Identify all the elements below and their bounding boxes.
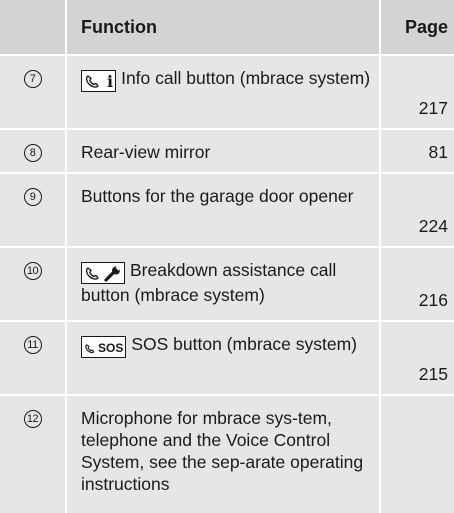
function-cell: SOS SOS button (mbrace system) xyxy=(65,320,380,395)
header-page: Page xyxy=(379,0,454,55)
page-cell: 216 xyxy=(379,246,454,321)
function-cell: i Info call button (mbrace system) xyxy=(65,54,380,129)
table-row: 7 i Info call button (mbrace system) 217 xyxy=(0,54,454,129)
function-cell: Rear-view mirror xyxy=(65,128,380,173)
row-number: 8 xyxy=(0,128,66,173)
circled-number: 11 xyxy=(23,335,42,354)
function-cell: Breakdown assistance call button (mbrace… xyxy=(65,246,380,321)
table-row: 11 SOS SOS button (mbrace system) 215 xyxy=(0,320,454,395)
phone-info-key-icon: i xyxy=(81,70,117,92)
info-i-glyph: i xyxy=(107,72,114,91)
function-text: SOS button (mbrace system) xyxy=(131,334,357,354)
page-cell xyxy=(379,394,454,513)
page-cell: 81 xyxy=(379,128,454,173)
phone-sos-key-icon: SOS xyxy=(81,336,127,358)
row-number: 10 xyxy=(0,246,66,321)
wrench-icon xyxy=(104,266,121,282)
table-header-row: Function Page xyxy=(0,0,454,55)
page-cell: 217 xyxy=(379,54,454,129)
row-number: 7 xyxy=(0,54,66,129)
table-row: 10 Breakdown assistance call button (mbr… xyxy=(0,246,454,321)
function-text: Buttons for the garage door opener xyxy=(81,186,354,206)
function-text: Info call button (mbrace system) xyxy=(121,68,371,88)
circled-number: 8 xyxy=(23,143,42,162)
header-function: Function xyxy=(65,0,380,55)
table-row: 9 Buttons for the garage door opener 224 xyxy=(0,172,454,247)
table-row: 8 Rear-view mirror 81 xyxy=(0,128,454,173)
function-cell: Buttons for the garage door opener xyxy=(65,172,380,247)
sos-label: SOS xyxy=(98,341,124,355)
phone-wrench-key-icon xyxy=(81,262,125,284)
function-text: Rear-view mirror xyxy=(81,142,211,162)
page-cell: 224 xyxy=(379,172,454,247)
function-text: Microphone for mbrace sys-tem, telephone… xyxy=(81,408,364,494)
header-number-cell xyxy=(0,0,66,55)
phone-icon xyxy=(85,75,99,88)
table-row: 12 Microphone for mbrace sys-tem, teleph… xyxy=(0,394,454,513)
circled-number: 7 xyxy=(23,69,42,88)
phone-icon xyxy=(85,344,95,354)
phone-icon xyxy=(85,267,99,280)
row-number: 9 xyxy=(0,172,66,247)
circled-number: 9 xyxy=(23,187,42,206)
function-cell: Microphone for mbrace sys-tem, telephone… xyxy=(65,394,380,513)
page-cell: 215 xyxy=(379,320,454,395)
circled-number: 12 xyxy=(23,409,42,428)
row-number: 11 xyxy=(0,320,66,395)
row-number: 12 xyxy=(0,394,66,513)
function-table: Function Page 7 i Info call button (mbra… xyxy=(0,0,454,513)
circled-number: 10 xyxy=(23,261,42,280)
